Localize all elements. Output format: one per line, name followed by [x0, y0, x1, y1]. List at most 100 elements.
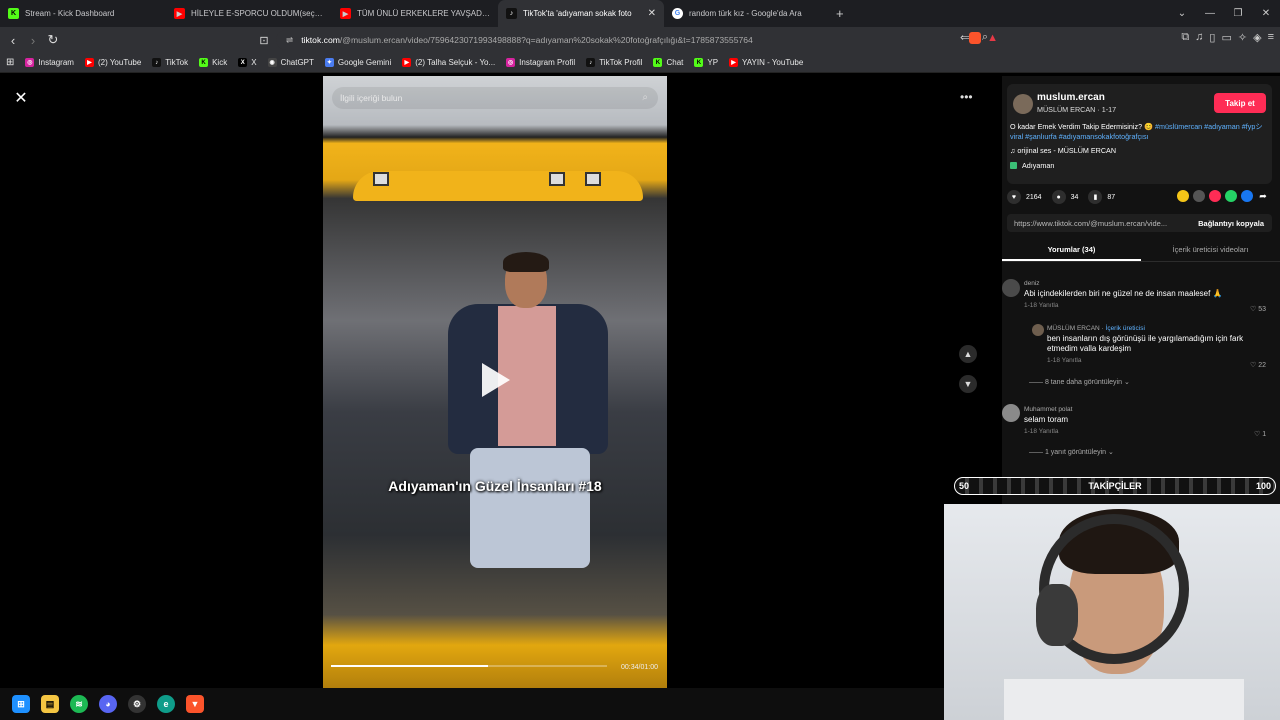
- tab-title: HİLEYLE E-SPORCU OLDUM(seçmel: [191, 9, 324, 18]
- creator-avatar[interactable]: [1013, 94, 1033, 114]
- share-buttons: ➦: [1177, 190, 1269, 202]
- apps-icon[interactable]: ⊞: [6, 57, 14, 68]
- bookmark-instagram-profil[interactable]: ◎ Instagram Profil: [506, 58, 575, 67]
- tab-comments[interactable]: Yorumlar (34): [1002, 240, 1141, 261]
- file-explorer-icon[interactable]: ▤: [41, 695, 59, 713]
- url-path: /@muslum.ercan/video/7596423071993498888…: [339, 35, 753, 45]
- comment-stat[interactable]: ● 34: [1051, 190, 1078, 204]
- brave-shields-icon[interactable]: ▲: [969, 32, 998, 44]
- sidebar-icon[interactable]: ▯: [1209, 31, 1215, 44]
- embed-icon[interactable]: [1193, 190, 1205, 202]
- steam-icon[interactable]: ⚙: [128, 695, 146, 713]
- bookmark-tiktok[interactable]: ♪ TikTok: [152, 58, 188, 67]
- facebook-icon[interactable]: [1241, 190, 1253, 202]
- goal-target: 100: [1255, 481, 1271, 491]
- close-video-button[interactable]: ✕: [12, 89, 30, 107]
- leo-icon[interactable]: ✧: [1238, 31, 1247, 44]
- view-replies[interactable]: —— 1 yanıt görüntüleyin ⌄: [1029, 448, 1114, 456]
- bookmark-tiktok-profil[interactable]: ♪ TikTok Profil: [586, 58, 642, 67]
- tab-title: TikTok'ta 'adıyaman sokak foto: [523, 9, 632, 18]
- back-icon[interactable]: ‹: [3, 33, 23, 48]
- windows-start-icon[interactable]: ⊞: [12, 695, 30, 713]
- vpn-icon[interactable]: ◈: [1253, 31, 1261, 44]
- url-field[interactable]: ⇌ tiktok.com/@muslum.ercan/video/7596423…: [276, 30, 996, 50]
- panel-tabs: Yorumlar (34) İçerik üreticisi videoları: [1002, 240, 1280, 262]
- save-stat[interactable]: ▮ 87: [1088, 190, 1115, 204]
- creator-reply-avatar[interactable]: [1032, 324, 1044, 336]
- tab-tiktok[interactable]: ♪ TikTok'ta 'adıyaman sokak foto ✕: [498, 0, 664, 27]
- kick-icon: K: [694, 58, 704, 67]
- previous-video-icon[interactable]: ▲: [959, 345, 977, 363]
- emoji-share-icon[interactable]: [1177, 190, 1189, 202]
- location-link[interactable]: Adıyaman: [1010, 161, 1054, 170]
- comment-author[interactable]: deniz: [1024, 280, 1254, 287]
- close-tab-icon[interactable]: ✕: [648, 8, 656, 19]
- post-text: O kadar Emek Verdim Takip Edermisiniz? 😊: [1010, 122, 1154, 131]
- menu-icon[interactable]: ≡: [1268, 31, 1274, 44]
- bookmark-yayin[interactable]: ▶ YAYIN - YouTube: [729, 58, 803, 67]
- copy-link-button[interactable]: Bağlantıyı kopyala: [1198, 219, 1264, 228]
- creator-username[interactable]: muslum.ercan: [1037, 92, 1105, 103]
- tab-google-search[interactable]: Grandom türk kız - Google'da Ara: [664, 0, 830, 27]
- wallet-icon[interactable]: ▭: [1221, 31, 1231, 44]
- extensions-icon[interactable]: ⧉: [1181, 31, 1189, 44]
- minimize-icon[interactable]: —: [1196, 8, 1224, 19]
- restore-icon[interactable]: ❐: [1224, 8, 1252, 19]
- bookmark-kick[interactable]: K Kick: [199, 58, 227, 67]
- edge-icon[interactable]: e: [157, 695, 175, 713]
- whatsapp-icon[interactable]: [1225, 190, 1237, 202]
- next-video-icon[interactable]: ▼: [959, 375, 977, 393]
- commenter-avatar[interactable]: [1002, 404, 1020, 422]
- browser-tab-bar: K Stream - Kick Dashboard ▶ HİLEYLE E-SPOR…: [0, 0, 1280, 27]
- comment-like[interactable]: ♡ 53: [1250, 305, 1266, 313]
- comment-like[interactable]: ♡ 1: [1254, 430, 1266, 438]
- reply-like[interactable]: ♡ 22: [1250, 361, 1266, 369]
- tab-youtube-2[interactable]: ▶ TÜM ÜNLÜ ERKEKLERE YAVŞADIM. (: [332, 0, 498, 27]
- comment-item: Muhammet polat selam toram 1-18 Yanıtla: [1024, 406, 1244, 435]
- youtube-icon: ▶: [729, 58, 739, 67]
- comment-reply-link[interactable]: 1-18 Yanıtla: [1024, 428, 1244, 435]
- media-icon[interactable]: ♫: [1195, 31, 1203, 44]
- like-stat[interactable]: ♥ 2164: [1007, 190, 1042, 204]
- play-icon[interactable]: [482, 363, 510, 397]
- brave-icon[interactable]: ▼: [186, 695, 204, 713]
- bookmark-x[interactable]: XX: [238, 58, 257, 67]
- view-more-replies[interactable]: —— 8 tane daha görüntüleyin ⌄: [1029, 378, 1130, 386]
- tab-creator-videos[interactable]: İçerik üreticisi videoları: [1141, 240, 1280, 261]
- bookmark-label: Google Gemini: [337, 58, 392, 67]
- related-search-input[interactable]: İlgili içeriği bulun ⌕: [332, 87, 658, 109]
- tab-title: random türk kız - Google'da Ara: [689, 9, 802, 18]
- x-icon: X: [238, 58, 248, 67]
- bookmark-chat[interactable]: K Chat: [653, 58, 683, 67]
- commenter-avatar[interactable]: [1002, 279, 1020, 297]
- spotify-icon[interactable]: ≋: [70, 695, 88, 713]
- reply-reply-link[interactable]: 1-18 Yanıtla: [1047, 357, 1247, 364]
- follow-button[interactable]: Takip et: [1214, 93, 1266, 113]
- music-link[interactable]: ♫ orijinal ses - MÜSLÜM ERCAN: [1010, 146, 1116, 155]
- more-options-icon[interactable]: •••: [960, 90, 973, 104]
- site-info-icon[interactable]: ⇌: [286, 35, 293, 46]
- bookmark-page-icon[interactable]: ⊡: [254, 34, 274, 47]
- video-progress-bar[interactable]: [331, 665, 607, 667]
- reply-author[interactable]: MÜSLÜM ERCAN ·: [1047, 325, 1106, 332]
- tab-kick-dashboard[interactable]: K Stream - Kick Dashboard: [0, 0, 166, 27]
- send-icon[interactable]: [1209, 190, 1221, 202]
- comment-author[interactable]: Muhammet polat: [1024, 406, 1244, 413]
- close-window-icon[interactable]: ✕: [1252, 8, 1280, 19]
- bookmark-yp[interactable]: K YP: [694, 58, 718, 67]
- discord-icon[interactable]: ◕: [99, 695, 117, 713]
- tab-list-icon[interactable]: ⌄: [1168, 8, 1196, 19]
- reload-icon[interactable]: ↻: [43, 32, 63, 48]
- comment-reply-link[interactable]: 1-18 Yanıtla: [1024, 302, 1254, 309]
- bookmark-youtube[interactable]: ▶ (2) YouTube: [84, 58, 141, 67]
- bookmark-talha-youtube[interactable]: ▶ (2) Talha Selçuk - Yo...: [402, 58, 495, 67]
- tab-youtube-1[interactable]: ▶ HİLEYLE E-SPORCU OLDUM(seçmel: [166, 0, 332, 27]
- bookmark-instagram[interactable]: ◎ Instagram: [25, 58, 74, 67]
- new-tab-button[interactable]: +: [836, 0, 844, 27]
- bookmark-gemini[interactable]: ✦ Google Gemini: [324, 58, 392, 67]
- forward-icon[interactable]: ›: [23, 33, 43, 48]
- video-player[interactable]: İlgili içeriği bulun ⌕ Adıyaman'ın Güzel …: [323, 76, 667, 688]
- bookmark-chatgpt[interactable]: ◉ ChatGPT: [267, 58, 314, 67]
- share-arrow-icon[interactable]: ➦: [1257, 190, 1269, 202]
- search-icon[interactable]: ⌕: [642, 92, 648, 103]
